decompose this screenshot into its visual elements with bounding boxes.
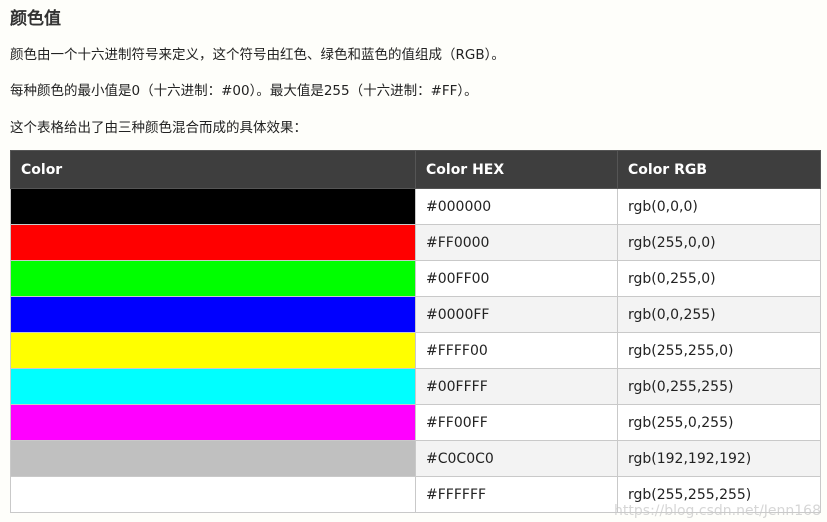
rgb-cell: rgb(255,0,255) bbox=[617, 404, 821, 441]
color-swatch bbox=[10, 260, 416, 297]
watermark: https://blog.csdn.net/Jenn168 bbox=[614, 503, 821, 519]
color-swatch bbox=[10, 368, 416, 405]
header-color-hex: Color HEX bbox=[415, 150, 618, 189]
rgb-cell: rgb(0,255,0) bbox=[617, 260, 821, 297]
table-row: #C0C0C0 rgb(192,192,192) bbox=[10, 440, 821, 477]
color-table: Color Color HEX Color RGB #000000 rgb(0,… bbox=[10, 150, 821, 513]
color-swatch bbox=[10, 296, 416, 333]
rgb-cell: rgb(255,255,0) bbox=[617, 332, 821, 369]
table-row: #000000 rgb(0,0,0) bbox=[10, 188, 821, 225]
intro-paragraph: 颜色由一个十六进制符号来定义，这个符号由红色、绿色和蓝色的值组成（RGB）。 bbox=[10, 47, 505, 63]
rgb-cell: rgb(0,0,0) bbox=[617, 188, 821, 225]
color-swatch bbox=[10, 188, 416, 225]
color-swatch bbox=[10, 332, 416, 369]
header-color: Color bbox=[10, 150, 416, 189]
color-swatch bbox=[10, 476, 416, 513]
hex-cell: #C0C0C0 bbox=[415, 440, 618, 477]
hex-cell: #FFFF00 bbox=[415, 332, 618, 369]
range-paragraph: 每种颜色的最小值是0（十六进制：#00）。最大值是255（十六进制：#FF）。 bbox=[10, 83, 478, 99]
hex-cell: #FF00FF bbox=[415, 404, 618, 441]
rgb-cell: rgb(255,0,0) bbox=[617, 224, 821, 261]
table-row: #00FF00 rgb(0,255,0) bbox=[10, 260, 821, 297]
color-swatch bbox=[10, 224, 416, 261]
table-row: #0000FF rgb(0,0,255) bbox=[10, 296, 821, 333]
page-title: 颜色值 bbox=[10, 9, 61, 29]
color-swatch bbox=[10, 440, 416, 477]
table-row: #FFFF00 rgb(255,255,0) bbox=[10, 332, 821, 369]
hex-cell: #00FF00 bbox=[415, 260, 618, 297]
hex-cell: #00FFFF bbox=[415, 368, 618, 405]
rgb-cell: rgb(0,0,255) bbox=[617, 296, 821, 333]
rgb-cell: rgb(192,192,192) bbox=[617, 440, 821, 477]
table-header-row: Color Color HEX Color RGB bbox=[10, 150, 821, 189]
hex-cell: #0000FF bbox=[415, 296, 618, 333]
table-intro-paragraph: 这个表格给出了由三种颜色混合而成的具体效果： bbox=[10, 120, 307, 136]
table-row: #FF00FF rgb(255,0,255) bbox=[10, 404, 821, 441]
hex-cell: #FF0000 bbox=[415, 224, 618, 261]
table-row: #00FFFF rgb(0,255,255) bbox=[10, 368, 821, 405]
table-row: #FF0000 rgb(255,0,0) bbox=[10, 224, 821, 261]
color-swatch bbox=[10, 404, 416, 441]
hex-cell: #FFFFFF bbox=[415, 476, 618, 513]
header-color-rgb: Color RGB bbox=[617, 150, 821, 189]
rgb-cell: rgb(0,255,255) bbox=[617, 368, 821, 405]
hex-cell: #000000 bbox=[415, 188, 618, 225]
